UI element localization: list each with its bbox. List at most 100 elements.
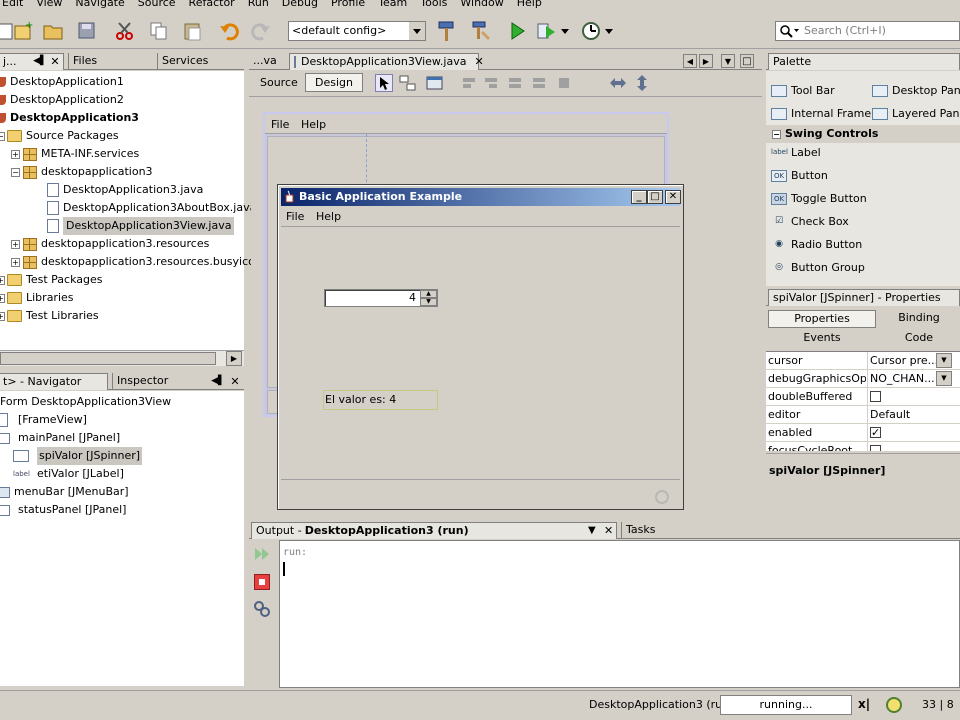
- tab-inspector[interactable]: Inspector: [112, 373, 172, 390]
- nav-item-spivalor[interactable]: spiValor [JSpinner]: [13, 447, 143, 465]
- menu-run[interactable]: Run: [242, 0, 276, 12]
- align-left-icon[interactable]: [461, 76, 581, 93]
- tree-item-test-libraries[interactable]: + Test Libraries: [0, 307, 99, 325]
- menu-help[interactable]: Help: [511, 0, 549, 12]
- collapse-icon[interactable]: −: [11, 167, 20, 177]
- tree-item-meta-inf[interactable]: + META-INF.services: [11, 145, 139, 163]
- rerun-icon[interactable]: [254, 546, 272, 565]
- expand-icon[interactable]: +: [11, 239, 20, 249]
- tab-editor-view-java[interactable]: DesktopApplication3View.java ✕: [289, 53, 484, 70]
- property-row-cursor[interactable]: cursor Cursor pre... ▼: [766, 352, 960, 370]
- stop-icon[interactable]: [254, 574, 270, 590]
- menu-edit[interactable]: Edit: [0, 0, 30, 12]
- tab-editor-previous[interactable]: ...va: [249, 53, 287, 70]
- expand-icon[interactable]: +: [11, 257, 20, 267]
- copy-icon[interactable]: [146, 19, 172, 43]
- menu-navigate[interactable]: Navigate: [69, 0, 131, 12]
- focuscycleroot-checkbox[interactable]: [870, 445, 881, 451]
- tree-item-main-java[interactable]: DesktopApplication3.java: [47, 181, 203, 199]
- maximize-icon[interactable]: □: [740, 54, 754, 68]
- nav-item-mainpanel[interactable]: mainPanel [JPanel]: [0, 429, 120, 447]
- debug-icon[interactable]: [534, 19, 560, 43]
- tab-navigator[interactable]: t> - Navigator: [0, 373, 108, 390]
- palette-item-internal-frame[interactable]: Internal Frame: [771, 105, 871, 123]
- close-icon[interactable]: ✕: [48, 54, 62, 68]
- form-menubar[interactable]: File Help: [265, 114, 667, 134]
- tab-code[interactable]: Code: [878, 330, 960, 348]
- form-menu-file[interactable]: File: [271, 118, 289, 131]
- expand-icon[interactable]: +: [0, 275, 5, 285]
- property-row-doublebuffered[interactable]: doubleBuffered: [766, 388, 960, 406]
- app-menu-help[interactable]: Help: [316, 210, 341, 223]
- nav-item-statuspanel[interactable]: statusPanel [JPanel]: [0, 501, 126, 519]
- nav-item-etivalor[interactable]: label etiValor [JLabel]: [13, 465, 124, 483]
- search-input[interactable]: Search (Ctrl+I): [775, 21, 960, 41]
- spinner-down-icon[interactable]: ▼: [420, 298, 437, 306]
- window-close-button[interactable]: ✕: [665, 190, 681, 204]
- palette-item-desktop-pane[interactable]: Desktop Pane: [872, 82, 960, 100]
- settings-icon[interactable]: [253, 600, 271, 621]
- tree-item-aboutbox-java[interactable]: DesktopApplication3AboutBox.java: [47, 199, 256, 217]
- window-maximize-button[interactable]: □: [647, 190, 663, 204]
- connection-mode-icon[interactable]: [399, 75, 417, 94]
- doublebuffered-checkbox[interactable]: [870, 391, 881, 402]
- tree-item-libraries[interactable]: + Libraries: [0, 289, 74, 307]
- property-row-editor[interactable]: editor Default: [766, 406, 960, 424]
- scroll-right-icon[interactable]: ▶: [699, 54, 713, 68]
- menu-refactor[interactable]: Refactor: [183, 0, 242, 12]
- menu-profile[interactable]: Profile: [325, 0, 372, 12]
- tree-item-resources[interactable]: + desktopapplication3.resources: [11, 235, 209, 253]
- output-console[interactable]: run:: [279, 540, 960, 688]
- tree-item-view-java[interactable]: DesktopApplication3View.java: [47, 217, 235, 235]
- tab-events[interactable]: Events: [768, 330, 876, 348]
- minimize-icon[interactable]: ▼: [588, 523, 596, 539]
- expand-icon[interactable]: +: [11, 149, 20, 159]
- tab-output[interactable]: Output - DesktopApplication3 (run) ▼ ✕: [251, 522, 617, 539]
- tree-item-desktopapplication3[interactable]: DesktopApplication3: [0, 109, 139, 127]
- enabled-checkbox[interactable]: [870, 424, 881, 441]
- gc-icon[interactable]: [885, 696, 903, 717]
- property-row-debuggraphics[interactable]: debugGraphicsOptio NO_CHAN... ▼: [766, 370, 960, 388]
- resize-vertical-icon[interactable]: [634, 74, 650, 95]
- nav-item-form[interactable]: Form DesktopApplication3View: [0, 393, 171, 411]
- app-window[interactable]: Basic Application Example _ □ ✕ File Hel…: [277, 184, 684, 510]
- tab-files[interactable]: Files: [68, 53, 101, 70]
- scroll-right-icon[interactable]: ▶: [226, 351, 242, 366]
- palette-item-radio-button[interactable]: ◉ Radio Button: [771, 236, 862, 254]
- tree-item-test-packages[interactable]: + Test Packages: [0, 271, 102, 289]
- palette-item-label[interactable]: label Label: [771, 144, 821, 162]
- tab-list-icon[interactable]: ▼: [721, 54, 735, 68]
- close-icon[interactable]: ✕: [228, 374, 242, 388]
- menu-debug[interactable]: Debug: [276, 0, 325, 12]
- scrollbar-thumb[interactable]: [0, 352, 216, 365]
- tab-properties[interactable]: Properties: [768, 310, 876, 328]
- resize-horizontal-icon[interactable]: [609, 75, 627, 94]
- spinner-up-icon[interactable]: ▲: [420, 290, 437, 298]
- cut-icon[interactable]: [112, 19, 138, 43]
- chevron-down-icon[interactable]: ▼: [936, 353, 952, 368]
- collapse-icon[interactable]: −: [772, 129, 781, 139]
- nav-item-frameview[interactable]: [FrameView]: [0, 411, 87, 429]
- tab-palette[interactable]: Palette: [768, 53, 960, 70]
- undo-icon[interactable]: [216, 19, 242, 43]
- minimize-icon[interactable]: ◀▌: [33, 54, 47, 68]
- new-project-icon[interactable]: +: [10, 19, 36, 43]
- selection-mode-icon[interactable]: [375, 74, 393, 92]
- menu-window[interactable]: Window: [454, 0, 510, 12]
- tree-item-busyicons[interactable]: + desktopapplication3.resources.busyicon…: [11, 253, 268, 271]
- horizontal-scrollbar[interactable]: ▶: [0, 350, 244, 366]
- spinner-valor[interactable]: 4 ▲ ▼: [324, 289, 438, 307]
- form-menu-help[interactable]: Help: [301, 118, 326, 131]
- progress-bar[interactable]: running...: [720, 695, 852, 715]
- design-button[interactable]: Design: [305, 73, 363, 92]
- palette-item-toolbar[interactable]: Tool Bar: [771, 82, 835, 100]
- build-hammer-icon[interactable]: [434, 19, 460, 43]
- property-row-focuscycleroot[interactable]: focusCycleRoot: [766, 442, 960, 451]
- cancel-task-icon[interactable]: x|: [858, 697, 870, 711]
- window-minimize-button[interactable]: _: [631, 190, 647, 204]
- tab-binding[interactable]: Binding: [878, 310, 960, 328]
- tree-item-desktopapplication2[interactable]: DesktopApplication2: [0, 91, 124, 109]
- menu-view[interactable]: View: [30, 0, 69, 12]
- menu-team[interactable]: Team: [372, 0, 414, 12]
- menu-source[interactable]: Source: [132, 0, 183, 12]
